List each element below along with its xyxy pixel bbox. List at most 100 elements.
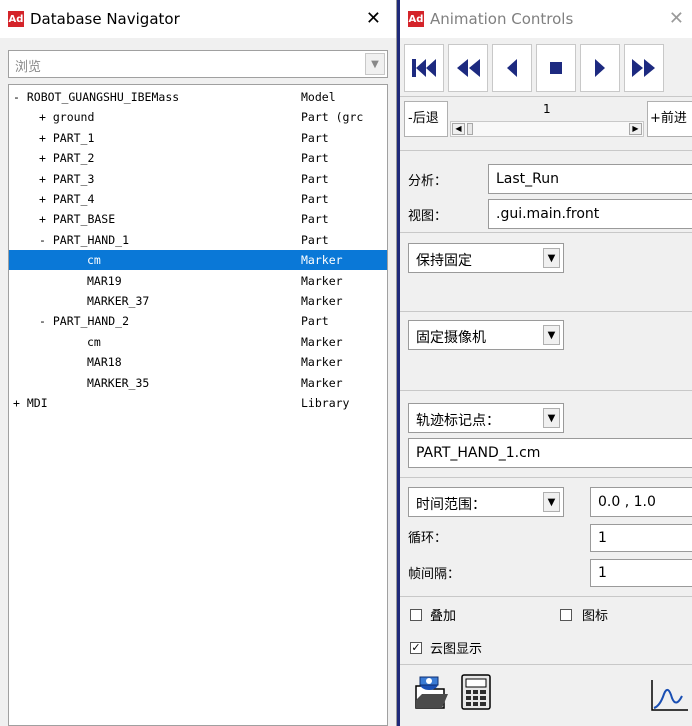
animation-controls-window: Ad Animation Controls ✕ -后退 1 ◀ ▶ +前进 分析…	[397, 0, 692, 726]
view-field[interactable]: .gui.main.front	[488, 199, 692, 229]
trace-marker-value: 轨迹标记点：	[416, 413, 500, 429]
tree-item-type: Part	[301, 232, 329, 247]
tree-row[interactable]: cm Marker	[9, 250, 387, 271]
browse-dropdown[interactable]: 浏览 ▼	[8, 50, 388, 78]
divider	[400, 477, 692, 478]
contour-display-label: 云图显示	[430, 642, 483, 657]
stop-button[interactable]	[536, 44, 576, 92]
plot-button[interactable]	[648, 676, 688, 716]
tree-row[interactable]: + ground Part (grc	[9, 107, 387, 127]
chevron-down-icon[interactable]: ▼	[543, 492, 560, 512]
tree-row[interactable]: - ROBOT_GUANGSHU_IBEMass Model	[9, 87, 387, 107]
slider-thumb[interactable]	[467, 123, 473, 135]
frame-slider[interactable]: ◀ ▶	[450, 121, 644, 137]
slider-right-arrow-icon[interactable]: ▶	[629, 123, 642, 135]
adams-logo-icon: Ad	[8, 11, 24, 27]
trace-marker-dropdown[interactable]: 轨迹标记点： ▼	[408, 403, 564, 433]
view-label: 视图：	[408, 209, 448, 224]
tree-row[interactable]: + PART_1 Part	[9, 128, 387, 148]
divider	[400, 390, 692, 391]
tree-row[interactable]: + PART_3 Part	[9, 169, 387, 189]
time-range-dropdown[interactable]: 时间范围： ▼	[408, 487, 564, 517]
tree-row[interactable]: - PART_HAND_1 Part	[9, 230, 387, 250]
tree-row[interactable]: cm Marker	[9, 332, 387, 352]
tree-item-type: Library	[301, 396, 350, 410]
tree-item-type: Marker	[301, 334, 343, 349]
record-animation-button[interactable]	[412, 672, 452, 712]
step-back-button[interactable]: -后退	[404, 101, 448, 137]
tree-row[interactable]: + PART_BASE Part	[9, 209, 387, 229]
divider	[400, 311, 692, 312]
superimpose-label: 叠加	[430, 609, 457, 624]
reset-to-start-button[interactable]	[404, 44, 444, 92]
icons-checkbox[interactable]	[560, 609, 572, 621]
tree-row[interactable]: MARKER_37 Marker	[9, 291, 387, 311]
tree-row[interactable]: - PART_HAND_2 Part	[9, 311, 387, 331]
plot-icon	[651, 680, 688, 711]
animation-title: Animation Controls	[430, 10, 574, 28]
divider	[400, 96, 692, 97]
frame-interval-field[interactable]: 1	[590, 559, 692, 587]
superimpose-checkbox[interactable]	[410, 609, 422, 621]
fast-forward-button[interactable]	[624, 44, 664, 92]
adams-logo-icon: Ad	[408, 11, 424, 27]
chevron-down-icon[interactable]: ▼	[365, 53, 385, 75]
frame-number: 1	[543, 102, 551, 116]
tree-item-name: MARKER_35	[87, 375, 150, 390]
calculator-button[interactable]	[456, 672, 496, 712]
tree-row[interactable]: + MDI Library	[9, 393, 387, 413]
step-forward-button[interactable]: +前进	[647, 101, 692, 137]
tree-item-name: + PART_3	[39, 171, 95, 186]
tree-row[interactable]: MARKER_35 Marker	[9, 373, 387, 393]
play-forward-button[interactable]	[580, 44, 620, 92]
slider-left-arrow-icon[interactable]: ◀	[452, 123, 465, 135]
navigator-titlebar: Ad Database Navigator ✕	[0, 0, 396, 38]
tree-item-name: + PART_4	[39, 192, 95, 206]
tree-row[interactable]: MAR19 Marker	[9, 271, 387, 291]
tree-row[interactable]: + PART_2 Part	[9, 148, 387, 168]
rewind-button[interactable]	[448, 44, 488, 92]
analysis-field[interactable]: Last_Run	[488, 164, 692, 194]
loop-label: 循环：	[408, 531, 448, 546]
stop-icon	[550, 62, 562, 74]
chevron-down-icon[interactable]: ▼	[543, 408, 560, 428]
animation-titlebar: Ad Animation Controls ✕	[400, 0, 692, 38]
tree-item-type: Marker	[301, 294, 343, 308]
time-range-value: 时间范围：	[416, 497, 486, 513]
tree-item-name: cm	[87, 334, 101, 349]
tree-item-name: MAR18	[87, 355, 122, 370]
chevron-down-icon[interactable]: ▼	[543, 248, 560, 268]
calculator-icon	[461, 674, 491, 710]
fixed-camera-dropdown[interactable]: 固定摄像机 ▼	[408, 320, 564, 350]
object-tree[interactable]: - ROBOT_GUANGSHU_IBEMass Model + ground Par…	[8, 84, 388, 726]
tree-item-type: Marker	[301, 253, 343, 268]
divider	[400, 232, 692, 233]
hold-fixed-value: 保持固定	[416, 253, 472, 269]
divider	[400, 150, 692, 151]
tree-item-type: Part	[301, 151, 329, 166]
tree-item-name: + MDI	[13, 396, 48, 410]
loop-field[interactable]: 1	[590, 524, 692, 552]
time-range-field[interactable]: 0.0 , 1.0	[590, 487, 692, 517]
close-icon[interactable]: ✕	[669, 8, 684, 29]
rewind-icon	[457, 59, 480, 77]
trace-marker-field[interactable]: PART_HAND_1.cm	[408, 438, 692, 468]
play-backward-button[interactable]	[492, 44, 532, 92]
fixed-camera-value: 固定摄像机	[416, 330, 486, 346]
tree-item-type: Part (grc	[301, 110, 364, 125]
tree-row[interactable]: + PART_4 Part	[9, 189, 387, 209]
contour-display-checkbox[interactable]: ✓	[410, 642, 422, 654]
close-icon[interactable]: ✕	[366, 8, 381, 29]
tree-item-name: MARKER_37	[87, 294, 150, 308]
tree-item-type: Model	[301, 90, 336, 104]
analysis-label: 分析：	[408, 174, 448, 189]
playback-toolbar	[404, 44, 664, 92]
skip-start-icon	[412, 59, 436, 77]
divider	[400, 664, 692, 665]
navigator-title: Database Navigator	[30, 10, 180, 28]
chevron-down-icon[interactable]: ▼	[543, 325, 560, 345]
tree-row[interactable]: MAR18 Marker	[9, 352, 387, 372]
tree-item-name: + PART_2	[39, 151, 95, 166]
hold-fixed-dropdown[interactable]: 保持固定 ▼	[408, 243, 564, 273]
tree-item-name: - PART_HAND_1	[39, 232, 130, 247]
